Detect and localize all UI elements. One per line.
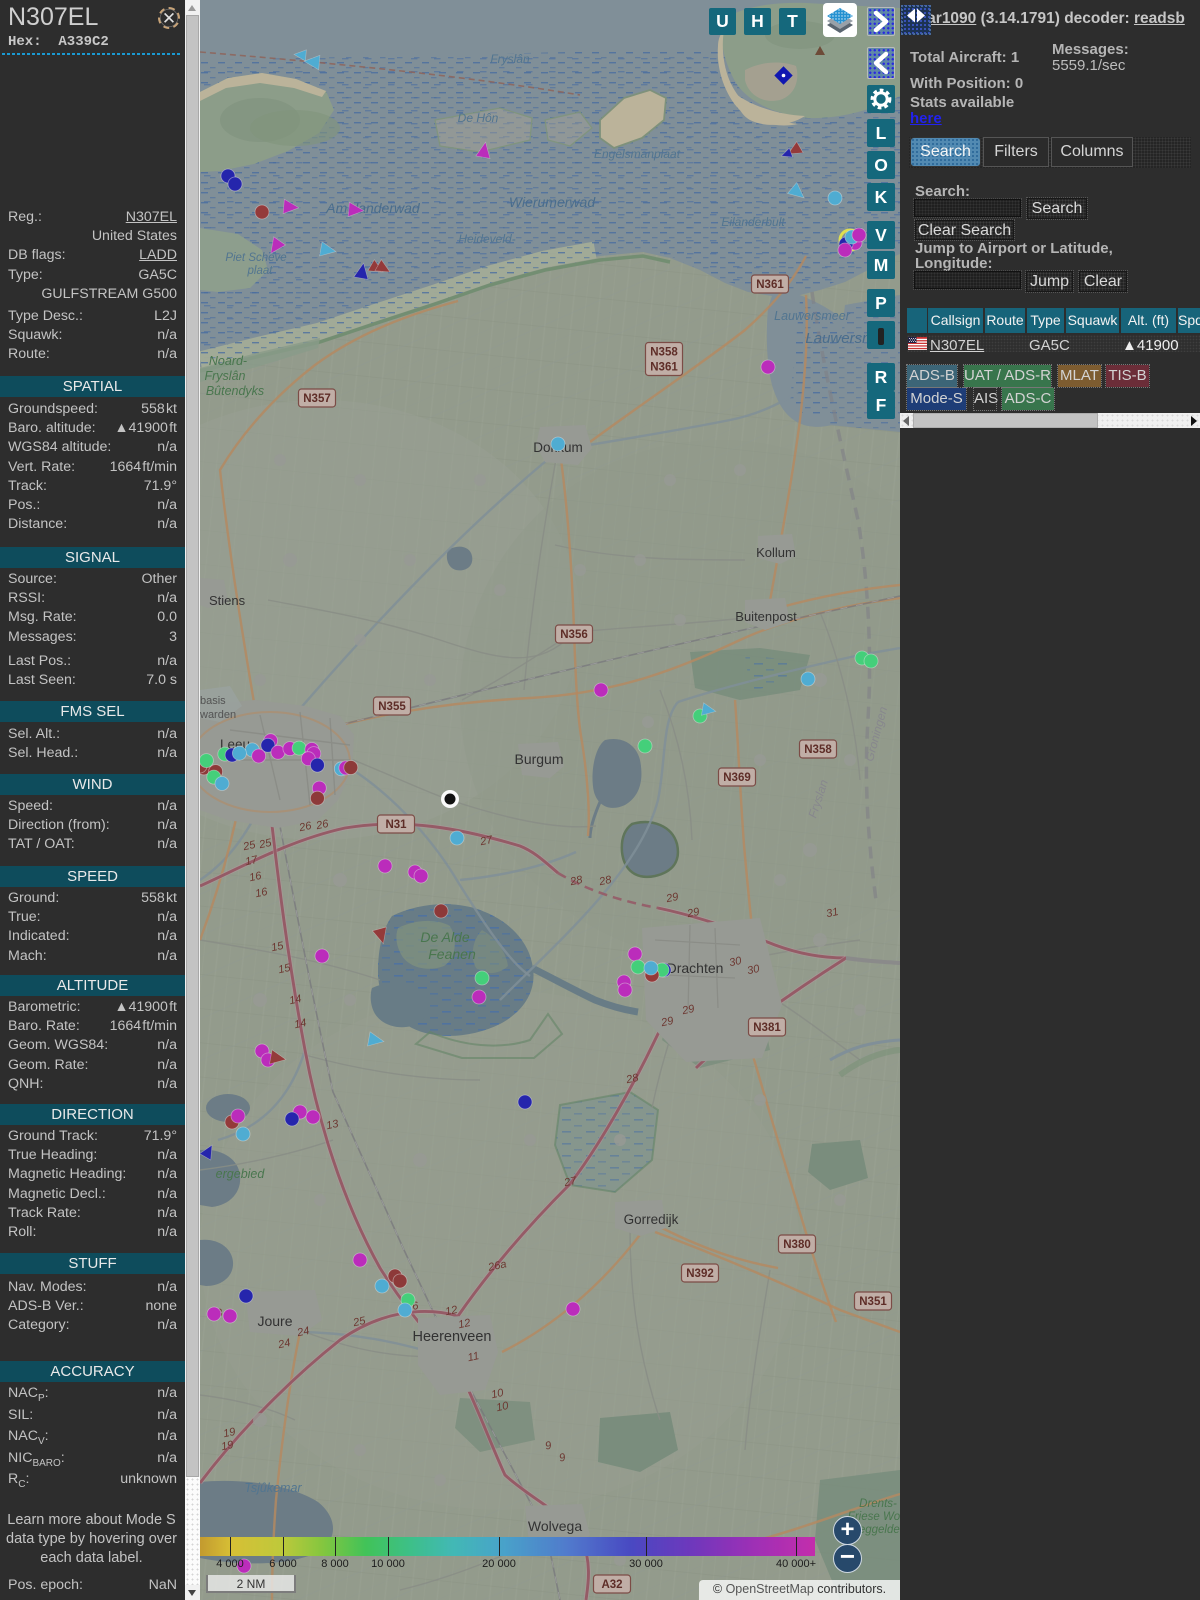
svg-text:Engelsmanplaat: Engelsmanplaat [594,147,681,161]
svg-text:N361: N361 [756,279,784,291]
svg-text:N381: N381 [753,1022,781,1034]
svg-text:A32: A32 [601,1579,622,1591]
svg-text:N358: N358 [650,347,678,359]
svg-text:N358: N358 [804,744,832,756]
svg-text:Fryslân: Fryslân [490,52,530,66]
svg-text:plaat: plaat [247,265,274,277]
svg-text:Fryslân: Fryslân [205,369,246,383]
svg-text:Wolvega: Wolvega [528,1518,582,1534]
svg-text:Drents-: Drents- [859,1498,897,1510]
svg-text:Piet Scheve: Piet Scheve [225,252,286,264]
svg-text:Lauwersm: Lauwersm [805,330,874,347]
svg-text:N361: N361 [650,362,678,374]
svg-text:N369: N369 [723,772,751,784]
svg-text:warden: warden [200,709,236,721]
svg-text:De Hôn: De Hôn [458,111,499,125]
svg-text:Eilanderbult: Eilanderbult [721,215,785,229]
svg-text:Kollum: Kollum [756,545,796,560]
svg-text:Drachten: Drachten [667,960,724,976]
svg-text:N355: N355 [378,701,406,713]
svg-text:19: 19 [222,1426,236,1440]
svg-text:Heerenveen: Heerenveen [413,1329,492,1345]
svg-text:N351: N351 [859,1296,887,1308]
svg-text:Tsjûkemar: Tsjûkemar [244,1481,302,1495]
svg-text:ergebied: ergebied [216,1167,266,1181]
svg-text:Heideveld-: Heideveld- [458,232,515,246]
svg-text:Buitenpost: Buitenpost [735,609,797,624]
svg-text:Joure: Joure [257,1313,292,1329]
svg-text:Burgum: Burgum [514,751,563,767]
svg-text:Gorredijk: Gorredijk [624,1212,679,1227]
svg-text:N31: N31 [385,819,407,831]
svg-text:14: 14 [293,1017,307,1031]
svg-text:Noard-: Noard- [209,354,247,368]
svg-text:De Alde: De Alde [420,929,470,945]
svg-text:N356: N356 [560,629,588,641]
svg-text:12: 12 [457,1317,471,1331]
svg-text:11: 11 [467,1350,481,1364]
svg-text:Stiens: Stiens [209,593,246,608]
svg-text:Amelanderwad: Amelanderwad [325,200,421,216]
svg-text:basis: basis [200,695,226,707]
svg-text:19: 19 [220,1439,234,1453]
svg-text:Bûtendyks: Bûtendyks [206,384,264,398]
svg-text:Feanen: Feanen [428,946,476,962]
svg-text:14: 14 [288,993,302,1007]
svg-text:31: 31 [825,906,839,920]
svg-text:Wierumerwad: Wierumerwad [509,194,596,210]
svg-text:Lauwersmeer: Lauwersmeer [774,309,851,323]
svg-text:12: 12 [444,1304,458,1318]
svg-text:N357: N357 [303,393,331,405]
svg-text:N392: N392 [686,1268,714,1280]
svg-text:N380: N380 [783,1239,811,1251]
